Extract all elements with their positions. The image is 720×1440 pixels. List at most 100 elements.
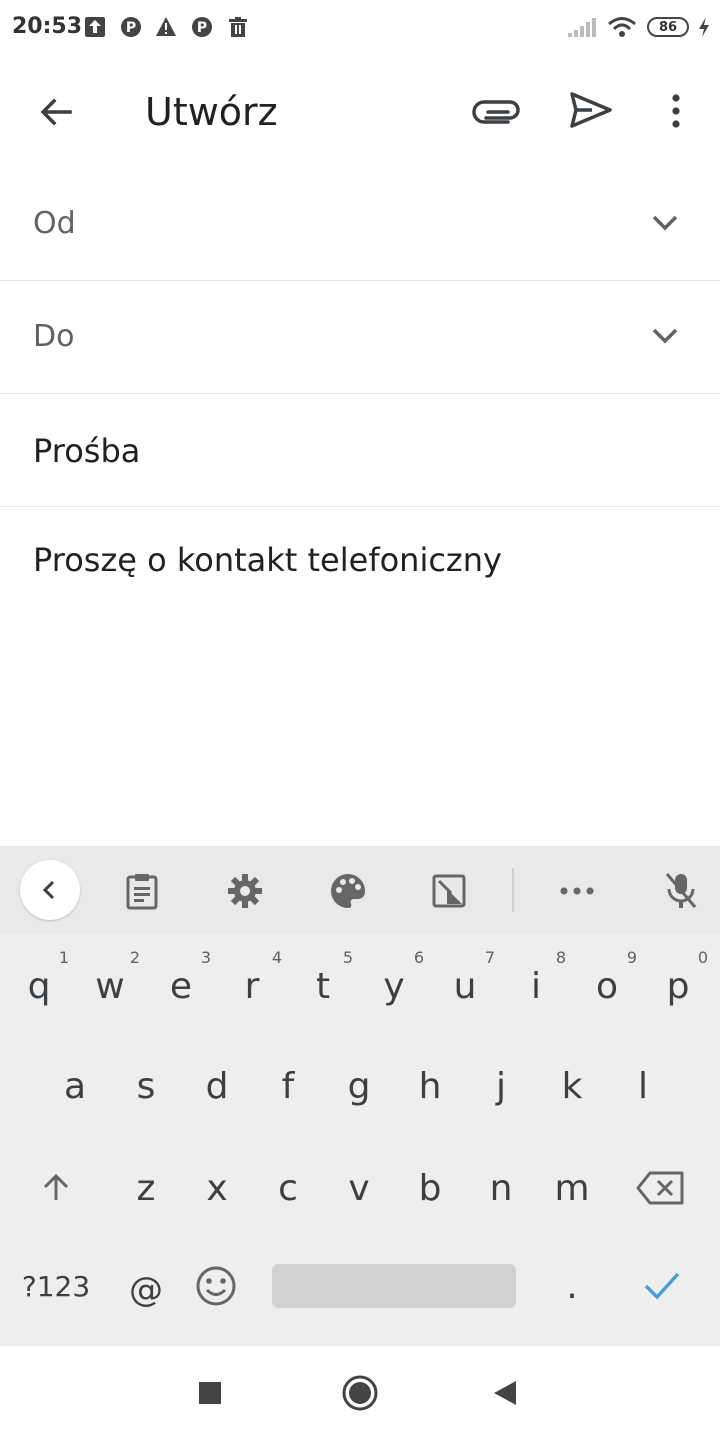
key-hint: 0: [697, 948, 708, 967]
key-z[interactable]: z: [110, 1140, 182, 1236]
key-g[interactable]: g: [323, 1038, 395, 1134]
key-y[interactable]: y6: [358, 938, 430, 1034]
key-l[interactable]: l: [607, 1038, 679, 1134]
key-o[interactable]: o9: [571, 938, 643, 1034]
subject-field[interactable]: Prośba: [0, 394, 720, 507]
at-key[interactable]: @: [110, 1242, 182, 1338]
key-h[interactable]: h: [394, 1038, 466, 1134]
key-a[interactable]: a: [39, 1038, 111, 1134]
body-input[interactable]: Proszę o kontakt telefoniczny: [33, 541, 502, 579]
parking-icon: P: [192, 17, 212, 37]
space-key[interactable]: [272, 1264, 516, 1308]
key-v[interactable]: v: [323, 1140, 395, 1236]
recents-square-icon[interactable]: [198, 1381, 222, 1405]
key-m[interactable]: m: [536, 1140, 608, 1236]
from-label: Od: [33, 206, 76, 241]
to-field[interactable]: Do: [0, 281, 720, 394]
key-label: c: [278, 1167, 298, 1209]
key-hint: 9: [626, 948, 637, 967]
more-vert-icon[interactable]: [664, 92, 688, 132]
key-label: j: [495, 1065, 506, 1107]
period-key[interactable]: .: [536, 1238, 608, 1334]
back-triangle-icon[interactable]: [492, 1379, 518, 1407]
key-label: x: [206, 1167, 228, 1209]
system-nav-bar: [0, 1346, 720, 1440]
key-label: l: [637, 1065, 648, 1107]
key-label: .: [566, 1265, 578, 1307]
key-label: h: [418, 1065, 442, 1107]
battery-level: 86: [658, 19, 678, 35]
body-field[interactable]: Proszę o kontakt telefoniczny: [0, 507, 720, 846]
wifi-icon: [608, 17, 636, 37]
toolbar-divider: [512, 868, 514, 912]
gear-icon[interactable]: [218, 864, 272, 918]
key-label: f: [281, 1065, 295, 1107]
status-time: 20:53: [12, 14, 83, 39]
subject-input[interactable]: Prośba: [33, 432, 140, 470]
app-toolbar: Utwórz: [0, 56, 720, 168]
key-label: z: [136, 1167, 156, 1209]
emoji-key[interactable]: [180, 1238, 252, 1334]
key-d[interactable]: d: [181, 1038, 253, 1134]
key-label: y: [383, 965, 405, 1007]
key-u[interactable]: u7: [429, 938, 501, 1034]
key-label: u: [453, 965, 477, 1007]
from-field[interactable]: Od: [0, 168, 720, 281]
key-hint: 6: [413, 948, 424, 967]
more-horiz-icon[interactable]: [550, 864, 604, 918]
chevron-down-icon[interactable]: [650, 208, 680, 238]
key-label: i: [530, 965, 541, 1007]
clipboard-icon[interactable]: [115, 864, 169, 918]
charging-icon: [699, 17, 709, 37]
done-key[interactable]: [626, 1238, 698, 1334]
symbols-key[interactable]: ?123: [20, 1238, 92, 1334]
key-label: d: [205, 1065, 229, 1107]
key-label: e: [169, 965, 193, 1007]
backspace-key[interactable]: [625, 1140, 697, 1236]
key-c[interactable]: c: [252, 1140, 324, 1236]
battery-icon: 86: [647, 17, 689, 37]
key-x[interactable]: x: [181, 1140, 253, 1236]
checkmark-icon: [644, 1272, 680, 1300]
key-label: p: [666, 965, 690, 1007]
key-i[interactable]: i8: [500, 938, 572, 1034]
key-hint: 1: [58, 948, 69, 967]
mic-off-icon[interactable]: [654, 864, 708, 918]
key-label: m: [554, 1167, 590, 1209]
keyboard: q1 w2 e3 r4 t5 y6 u7 i8 o9 p0 a s d f g …: [0, 846, 720, 1346]
key-b[interactable]: b: [394, 1140, 466, 1236]
warning-icon: [156, 17, 176, 36]
chevron-down-icon[interactable]: [650, 321, 680, 351]
home-circle-icon[interactable]: [341, 1374, 379, 1412]
resize-icon[interactable]: [422, 864, 476, 918]
signal-icon: [568, 18, 596, 37]
key-s[interactable]: s: [110, 1038, 182, 1134]
key-t[interactable]: t5: [287, 938, 359, 1034]
key-label: v: [348, 1167, 370, 1209]
chevron-left-icon[interactable]: [20, 860, 80, 920]
emoji-icon: [196, 1266, 236, 1306]
key-hint: 3: [200, 948, 211, 967]
key-j[interactable]: j: [465, 1038, 537, 1134]
key-label: @: [129, 1270, 163, 1310]
arrow-back-icon[interactable]: [36, 92, 76, 132]
key-label: r: [244, 965, 260, 1007]
key-p[interactable]: p0: [642, 938, 714, 1034]
key-label: o: [595, 965, 619, 1007]
key-n[interactable]: n: [465, 1140, 537, 1236]
key-k[interactable]: k: [536, 1038, 608, 1134]
key-q[interactable]: q1: [3, 938, 75, 1034]
palette-icon[interactable]: [321, 864, 375, 918]
to-label: Do: [33, 319, 75, 354]
status-bar: 20:53 P P 86: [0, 0, 720, 56]
paperclip-icon[interactable]: [472, 94, 520, 130]
shift-key[interactable]: [20, 1140, 92, 1236]
key-label: w: [95, 965, 125, 1007]
key-label: g: [347, 1065, 371, 1107]
key-label: a: [63, 1065, 87, 1107]
key-e[interactable]: e3: [145, 938, 217, 1034]
key-w[interactable]: w2: [74, 938, 146, 1034]
key-f[interactable]: f: [252, 1038, 324, 1134]
key-r[interactable]: r4: [216, 938, 288, 1034]
send-icon[interactable]: [568, 90, 614, 130]
